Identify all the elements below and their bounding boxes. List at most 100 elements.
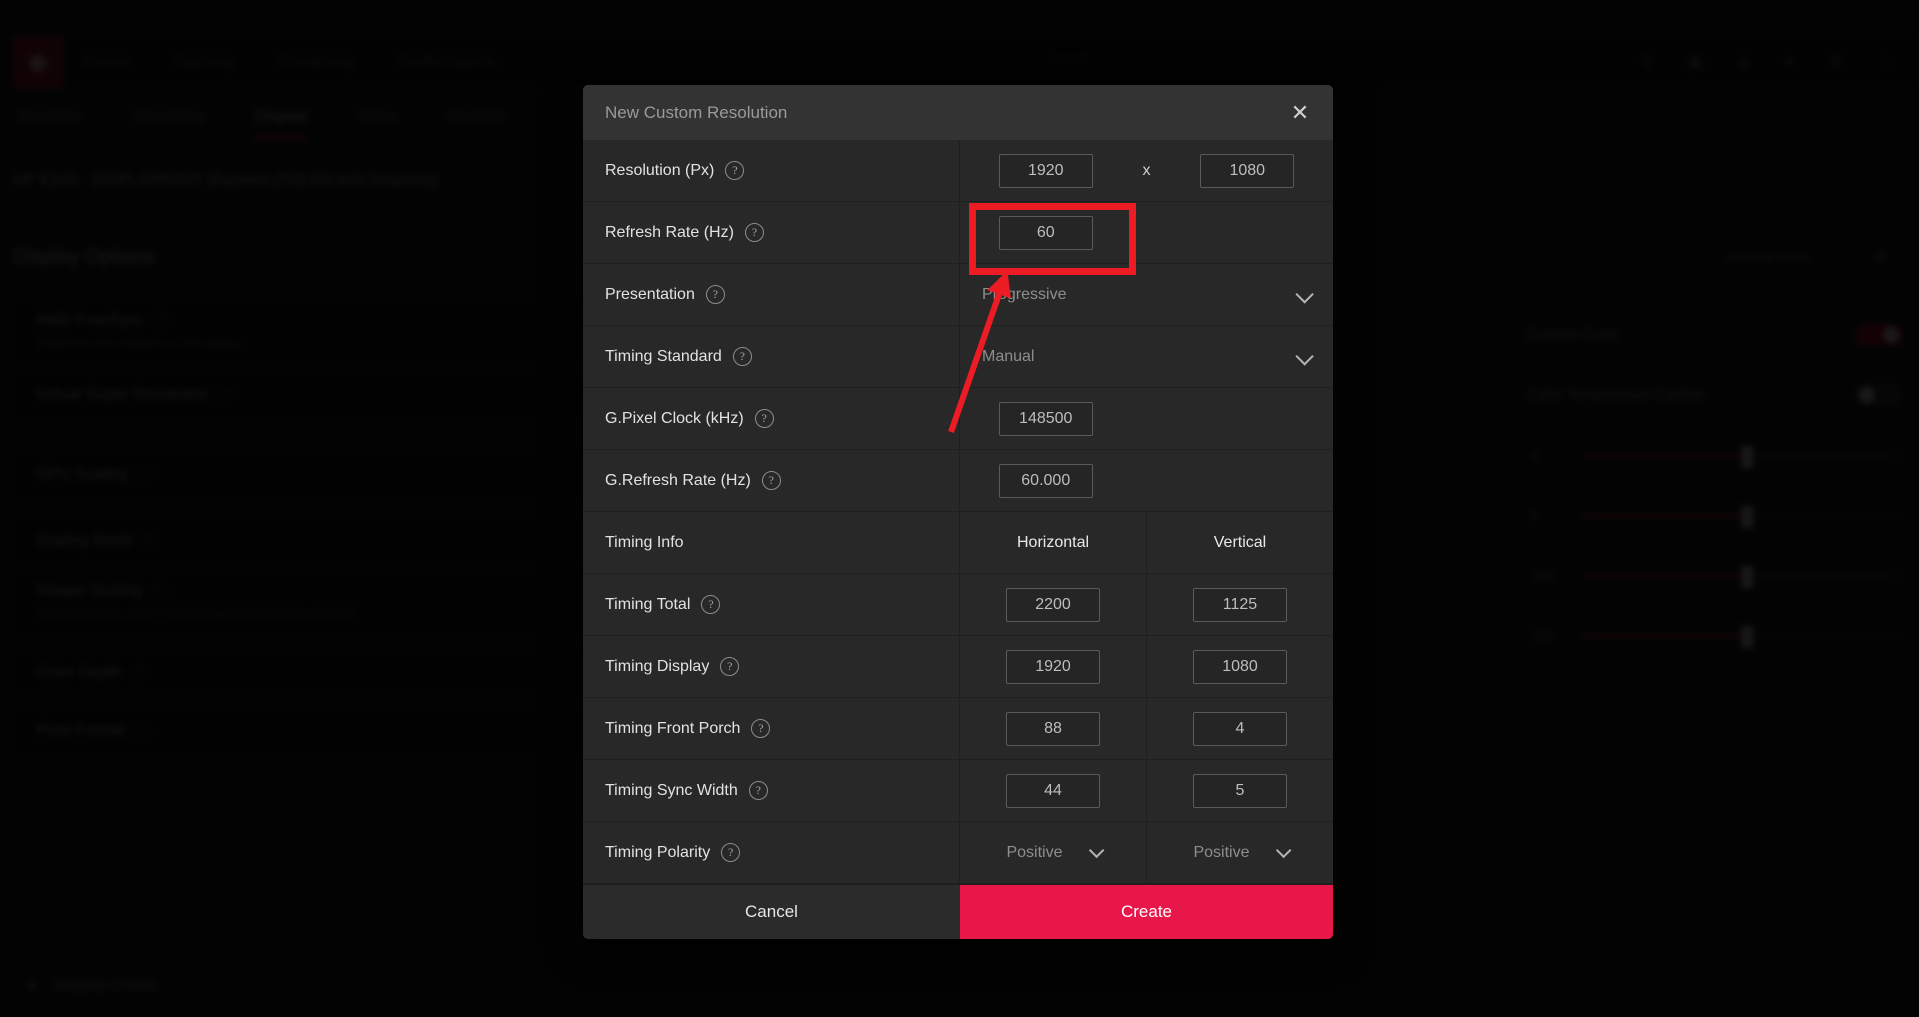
help-icon[interactable]: ? <box>755 409 774 428</box>
value-h: 60.000 <box>960 450 1132 511</box>
value-v: 1080 <box>1147 636 1333 697</box>
dropdown-value: Positive <box>1006 844 1062 862</box>
timing-total-horizontal-input[interactable]: 2200 <box>1006 588 1100 622</box>
value-h: Positive <box>960 822 1147 883</box>
help-icon[interactable]: ? <box>721 843 740 862</box>
dropdown-value: Positive <box>1193 844 1249 862</box>
value-h: 88 <box>960 698 1147 759</box>
help-icon[interactable]: ? <box>725 161 744 180</box>
timing-sync-width-vertical-input[interactable]: 5 <box>1193 774 1287 808</box>
row-label-cell: Timing Standard ? <box>583 326 960 387</box>
row-presentation: Presentation ? Progressive <box>583 264 1333 326</box>
value-v: 1080 <box>1162 140 1334 201</box>
timing-polarity-vertical-dropdown[interactable]: Positive <box>1193 844 1286 862</box>
row-label-cell: Refresh Rate (Hz) ? <box>583 202 960 263</box>
row-g-refresh-rate: G.Refresh Rate (Hz) ? 60.000 <box>583 450 1333 512</box>
x-separator: x <box>1132 162 1162 180</box>
g-refresh-rate-input[interactable]: 60.000 <box>999 464 1093 498</box>
row-values: 1920 x 1080 <box>960 140 1333 201</box>
timing-display-vertical-input[interactable]: 1080 <box>1193 650 1287 684</box>
chevron-down-icon <box>1275 843 1291 859</box>
row-timing-total: Timing Total ? 2200 1125 <box>583 574 1333 636</box>
row-values: 1920 1080 <box>960 636 1333 697</box>
screen: ◉ Home Gaming Streaming Performance Sear… <box>0 0 1919 1017</box>
row-label: Timing Polarity <box>605 844 710 862</box>
column-header-vertical-cell: Vertical <box>1147 512 1333 573</box>
new-custom-resolution-dialog: New Custom Resolution ✕ Resolution (Px) … <box>583 85 1333 939</box>
help-icon[interactable]: ? <box>706 285 725 304</box>
row-values: Horizontal Vertical <box>960 512 1333 573</box>
row-label: Timing Display <box>605 658 709 676</box>
row-label: Timing Sync Width <box>605 782 738 800</box>
row-timing-info-header: Timing Info Horizontal Vertical <box>583 512 1333 574</box>
help-icon[interactable]: ? <box>733 347 752 366</box>
row-timing-sync-width: Timing Sync Width ? 44 5 <box>583 760 1333 822</box>
chevron-down-icon <box>1088 843 1104 859</box>
timing-polarity-horizontal-dropdown[interactable]: Positive <box>1006 844 1099 862</box>
help-icon[interactable]: ? <box>762 471 781 490</box>
row-timing-front-porch: Timing Front Porch ? 88 4 <box>583 698 1333 760</box>
row-label-cell: G.Refresh Rate (Hz) ? <box>583 450 960 511</box>
row-label: Refresh Rate (Hz) <box>605 224 734 242</box>
row-label-cell: Timing Front Porch ? <box>583 698 960 759</box>
value-h: 1920 <box>960 140 1132 201</box>
value-h: 1920 <box>960 636 1147 697</box>
row-values: Positive Positive <box>960 822 1333 883</box>
help-icon[interactable]: ? <box>720 657 739 676</box>
dropdown-value: Progressive <box>982 286 1066 304</box>
row-values: 60.000 <box>960 450 1333 511</box>
cancel-button[interactable]: Cancel <box>583 885 960 939</box>
row-label: Resolution (Px) <box>605 162 714 180</box>
row-label: G.Pixel Clock (kHz) <box>605 410 744 428</box>
pixel-clock-input[interactable]: 148500 <box>999 402 1093 436</box>
resolution-height-input[interactable]: 1080 <box>1200 154 1294 188</box>
value-h: 2200 <box>960 574 1147 635</box>
help-icon[interactable]: ? <box>751 719 770 738</box>
row-label-cell: Timing Polarity ? <box>583 822 960 883</box>
row-values: 88 4 <box>960 698 1333 759</box>
value-v: 1125 <box>1147 574 1333 635</box>
column-header-vertical: Vertical <box>1214 534 1266 552</box>
row-label: Timing Total <box>605 596 690 614</box>
timing-front-porch-vertical-input[interactable]: 4 <box>1193 712 1287 746</box>
refresh-rate-input[interactable]: 60 <box>999 216 1093 250</box>
value-v <box>1162 388 1334 449</box>
row-timing-polarity: Timing Polarity ? Positive Positive <box>583 822 1333 884</box>
row-label-cell: Timing Sync Width ? <box>583 760 960 821</box>
row-timing-standard: Timing Standard ? Manual <box>583 326 1333 388</box>
help-icon[interactable]: ? <box>701 595 720 614</box>
value-v <box>1162 450 1334 511</box>
row-timing-display: Timing Display ? 1920 1080 <box>583 636 1333 698</box>
row-label-cell: Presentation ? <box>583 264 960 325</box>
create-button[interactable]: Create <box>960 885 1333 939</box>
presentation-dropdown[interactable]: Progressive <box>960 264 1333 325</box>
chevron-down-icon <box>1295 347 1313 365</box>
dialog-header: New Custom Resolution ✕ <box>583 85 1333 140</box>
row-values: 148500 <box>960 388 1333 449</box>
value-v <box>1162 202 1334 263</box>
chevron-down-icon <box>1295 285 1313 303</box>
value-v: Positive <box>1147 822 1333 883</box>
timing-front-porch-horizontal-input[interactable]: 88 <box>1006 712 1100 746</box>
row-label-cell: G.Pixel Clock (kHz) ? <box>583 388 960 449</box>
timing-total-vertical-input[interactable]: 1125 <box>1193 588 1287 622</box>
row-values: 44 5 <box>960 760 1333 821</box>
help-icon[interactable]: ? <box>745 223 764 242</box>
row-label-cell: Timing Display ? <box>583 636 960 697</box>
value-h: 148500 <box>960 388 1132 449</box>
value-h: 60 <box>960 202 1132 263</box>
row-values: 2200 1125 <box>960 574 1333 635</box>
dropdown-value: Manual <box>982 348 1034 366</box>
dialog-footer: Cancel Create <box>583 884 1333 939</box>
row-label: Timing Info <box>605 534 684 552</box>
close-icon[interactable]: ✕ <box>1285 98 1315 128</box>
row-label-cell: Resolution (Px) ? <box>583 140 960 201</box>
resolution-width-input[interactable]: 1920 <box>999 154 1093 188</box>
timing-sync-width-horizontal-input[interactable]: 44 <box>1006 774 1100 808</box>
value-v: 4 <box>1147 698 1333 759</box>
help-icon[interactable]: ? <box>749 781 768 800</box>
timing-standard-dropdown[interactable]: Manual <box>960 326 1333 387</box>
row-label: Timing Standard <box>605 348 722 366</box>
column-header-horizontal: Horizontal <box>1017 534 1089 552</box>
timing-display-horizontal-input[interactable]: 1920 <box>1006 650 1100 684</box>
